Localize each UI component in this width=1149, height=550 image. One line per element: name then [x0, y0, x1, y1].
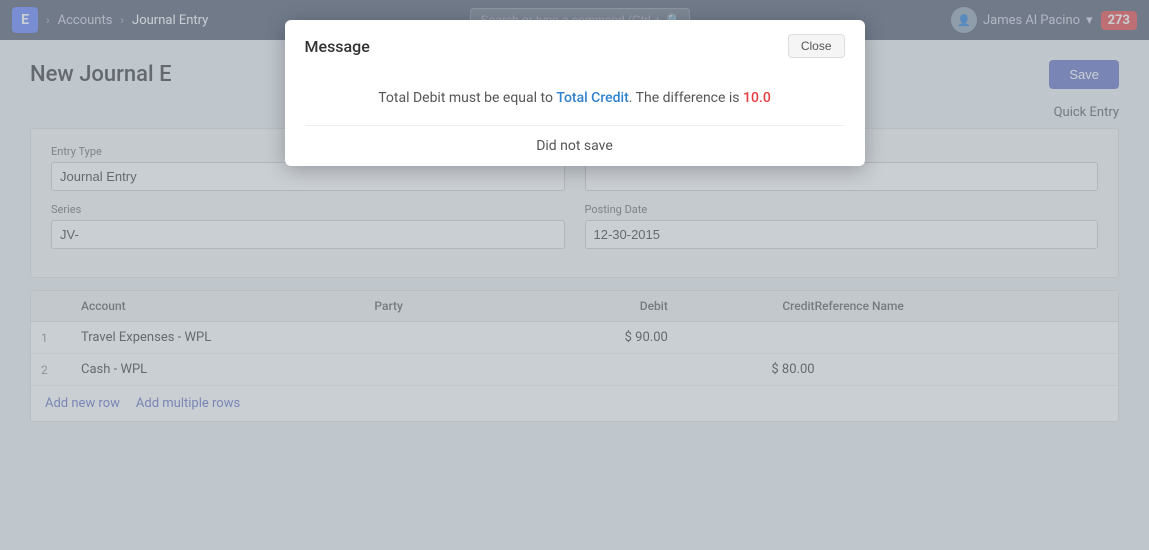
modal-title: Message [305, 37, 370, 56]
modal-header: Message Close [285, 20, 865, 68]
message-text-2: . The difference is [629, 90, 743, 106]
modal-message: Total Debit must be equal to Total Credi… [305, 88, 845, 109]
modal-overlay: Message Close Total Debit must be equal … [0, 0, 1149, 550]
message-modal: Message Close Total Debit must be equal … [285, 20, 865, 166]
modal-close-button[interactable]: Close [788, 34, 845, 58]
message-highlight-2: 10.0 [743, 90, 771, 106]
message-text-1: Total Debit must be equal to [378, 90, 556, 106]
modal-footer: Did not save [285, 126, 865, 166]
modal-body: Total Debit must be equal to Total Credi… [285, 68, 865, 125]
message-highlight-1: Total Credit [556, 90, 628, 106]
did-not-save-text: Did not save [536, 138, 613, 154]
